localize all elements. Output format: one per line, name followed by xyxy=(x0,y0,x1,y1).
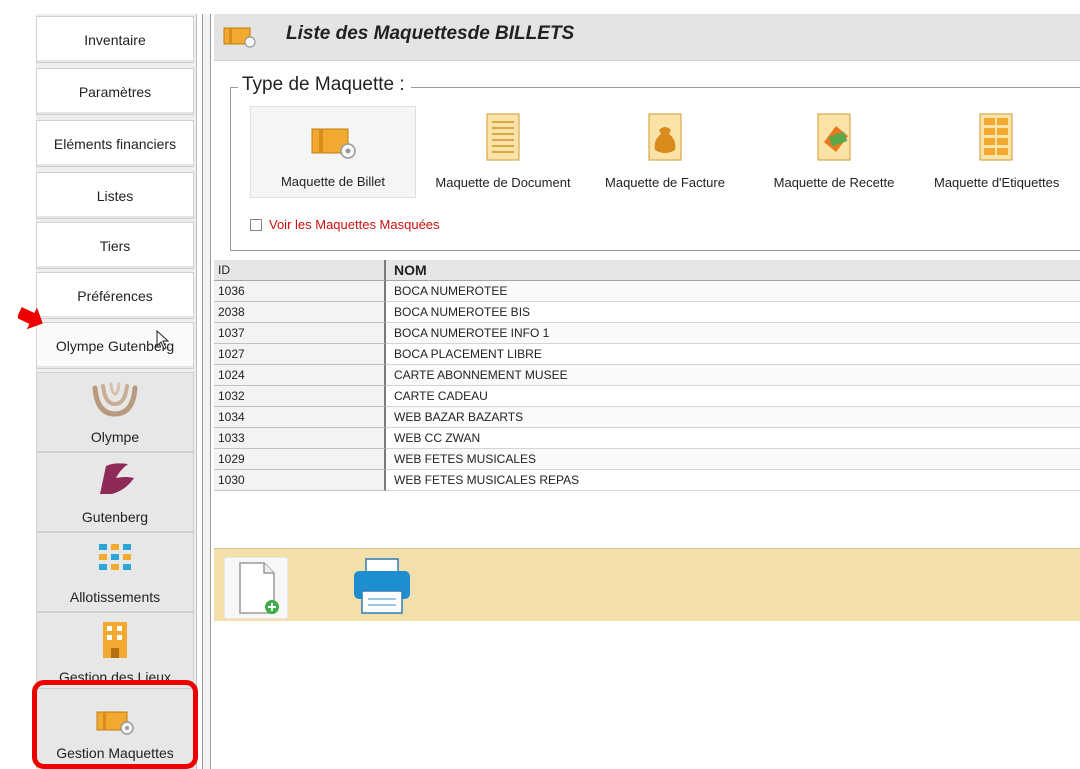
cell-id: 1024 xyxy=(214,365,386,386)
labels-icon xyxy=(976,112,1016,165)
sidebar-item-inventaire[interactable]: Inventaire xyxy=(36,16,194,63)
sidebar-item-label: Inventaire xyxy=(84,31,146,48)
checkbox-box[interactable] xyxy=(250,218,262,231)
pane-splitter[interactable] xyxy=(202,14,211,769)
sidebar-item-listes[interactable]: Listes xyxy=(36,172,194,219)
table-row[interactable]: 1027 BOCA PLACEMENT LIBRE xyxy=(214,344,1080,365)
column-header-id[interactable]: ID xyxy=(214,260,386,281)
table-row[interactable]: 1030 WEB FETES MUSICALES REPAS xyxy=(214,470,1080,491)
ticket-template-icon xyxy=(222,24,258,53)
document-icon xyxy=(483,112,523,165)
table-row[interactable]: 1034 WEB BAZAR BAZARTS xyxy=(214,407,1080,428)
sidebar-item-label: Paramètres xyxy=(78,83,152,100)
olympe-logo-icon xyxy=(89,380,141,423)
type-label: Maquette d'Etiquettes xyxy=(934,175,1060,190)
sidebar-item-olympe-gutenberg[interactable]: Olympe Gutenberg xyxy=(36,322,194,369)
sidebar-item-elements-financiers[interactable]: Eléments financiers xyxy=(36,120,194,167)
action-toolbar xyxy=(214,548,1080,621)
cell-nom: BOCA NUMEROTEE BIS xyxy=(386,302,1080,323)
show-hidden-templates-checkbox[interactable]: Voir les Maquettes Masquées xyxy=(250,217,440,232)
module-label: Allotissements xyxy=(69,589,161,605)
receipt-icon xyxy=(812,112,856,165)
module-label: Gutenberg xyxy=(81,509,149,525)
cell-id: 1027 xyxy=(214,344,386,365)
type-de-maquette-legend: Type de Maquette : xyxy=(238,74,411,96)
sidebar-item-label: Eléments financiers xyxy=(53,135,177,152)
sidebar-item-parametres[interactable]: Paramètres xyxy=(36,68,194,115)
cell-nom: WEB FETES MUSICALES xyxy=(386,449,1080,470)
type-label: Maquette de Recette xyxy=(773,175,895,190)
module-allotissements[interactable]: Allotissements xyxy=(36,532,194,612)
cell-nom: WEB FETES MUSICALES REPAS xyxy=(386,470,1080,491)
cell-nom: WEB BAZAR BAZARTS xyxy=(386,407,1080,428)
type-label: Maquette de Facture xyxy=(605,175,725,190)
gutenberg-logo-icon xyxy=(92,460,138,503)
type-maquette-document[interactable]: Maquette de Document xyxy=(418,106,588,198)
cell-nom: CARTE CADEAU xyxy=(386,386,1080,407)
cell-id: 1029 xyxy=(214,449,386,470)
type-label: Maquette de Document xyxy=(435,175,571,190)
show-hidden-templates-label: Voir les Maquettes Masquées xyxy=(269,217,440,232)
page-header: Liste des Maquettesde BILLETS xyxy=(214,14,1080,61)
new-document-icon[interactable] xyxy=(223,556,289,624)
allotment-seats-icon xyxy=(95,540,135,583)
mouse-cursor-icon xyxy=(156,329,170,355)
module-gestion-des-lieux[interactable]: Gestion des Lieux xyxy=(36,612,194,692)
cell-id: 1036 xyxy=(214,281,386,302)
sidebar-item-label: Préférences xyxy=(77,287,153,304)
cell-nom: BOCA PLACEMENT LIBRE xyxy=(386,344,1080,365)
cell-id: 1030 xyxy=(214,470,386,491)
table-row[interactable]: 1029 WEB FETES MUSICALES xyxy=(214,449,1080,470)
table-row[interactable]: 1036 BOCA NUMEROTEE xyxy=(214,281,1080,302)
table-header-row: ID NOM xyxy=(214,260,1080,281)
ticket-template-icon xyxy=(93,706,137,739)
module-gutenberg[interactable]: Gutenberg xyxy=(36,452,194,532)
cell-nom: WEB CC ZWAN xyxy=(386,428,1080,449)
type-maquette-billet[interactable]: Maquette de Billet xyxy=(250,106,416,198)
module-label: Gestion Maquettes xyxy=(56,745,174,761)
type-maquette-recette[interactable]: Maquette de Recette xyxy=(766,106,902,198)
red-arrow-icon xyxy=(16,306,44,335)
building-icon xyxy=(97,620,133,663)
table-row[interactable]: 1037 BOCA NUMEROTEE INFO 1 xyxy=(214,323,1080,344)
module-label: Gestion des Lieux xyxy=(58,669,172,685)
templates-table: ID NOM 1036 BOCA NUMEROTEE 2038 BOCA NUMER… xyxy=(214,260,1080,491)
table-row[interactable]: 2038 BOCA NUMEROTEE BIS xyxy=(214,302,1080,323)
sidebar: Inventaire Paramètres Eléments financier… xyxy=(36,14,197,769)
cell-id: 1033 xyxy=(214,428,386,449)
sidebar-item-tiers[interactable]: Tiers xyxy=(36,222,194,269)
cell-id: 2038 xyxy=(214,302,386,323)
cell-id: 1034 xyxy=(214,407,386,428)
sidebar-item-label: Listes xyxy=(96,187,134,204)
cell-id: 1037 xyxy=(214,323,386,344)
page-title: Liste des Maquettesde BILLETS xyxy=(286,23,575,44)
module-gestion-maquettes[interactable]: Gestion Maquettes xyxy=(36,688,194,768)
cell-id: 1032 xyxy=(214,386,386,407)
cell-nom: CARTE ABONNEMENT MUSEE xyxy=(386,365,1080,386)
sidebar-item-preferences[interactable]: Préférences xyxy=(36,272,194,319)
module-olympe[interactable]: Olympe xyxy=(36,372,194,452)
cell-nom: BOCA NUMEROTEE INFO 1 xyxy=(386,323,1080,344)
table-row[interactable]: 1033 WEB CC ZWAN xyxy=(214,428,1080,449)
type-label: Maquette de Billet xyxy=(280,174,386,189)
type-maquette-facture[interactable]: Maquette de Facture xyxy=(600,106,730,198)
cell-nom: BOCA NUMEROTEE xyxy=(386,281,1080,302)
sidebar-item-label: Tiers xyxy=(99,237,131,254)
printer-icon[interactable] xyxy=(350,557,414,620)
ticket-icon xyxy=(308,121,358,164)
column-header-nom[interactable]: NOM xyxy=(386,260,1080,281)
table-row[interactable]: 1024 CARTE ABONNEMENT MUSEE xyxy=(214,365,1080,386)
type-maquette-etiquettes[interactable]: Maquette d'Etiquettes xyxy=(932,106,1080,198)
table-row[interactable]: 1032 CARTE CADEAU xyxy=(214,386,1080,407)
module-label: Olympe xyxy=(90,429,140,445)
money-bag-icon xyxy=(645,112,685,165)
